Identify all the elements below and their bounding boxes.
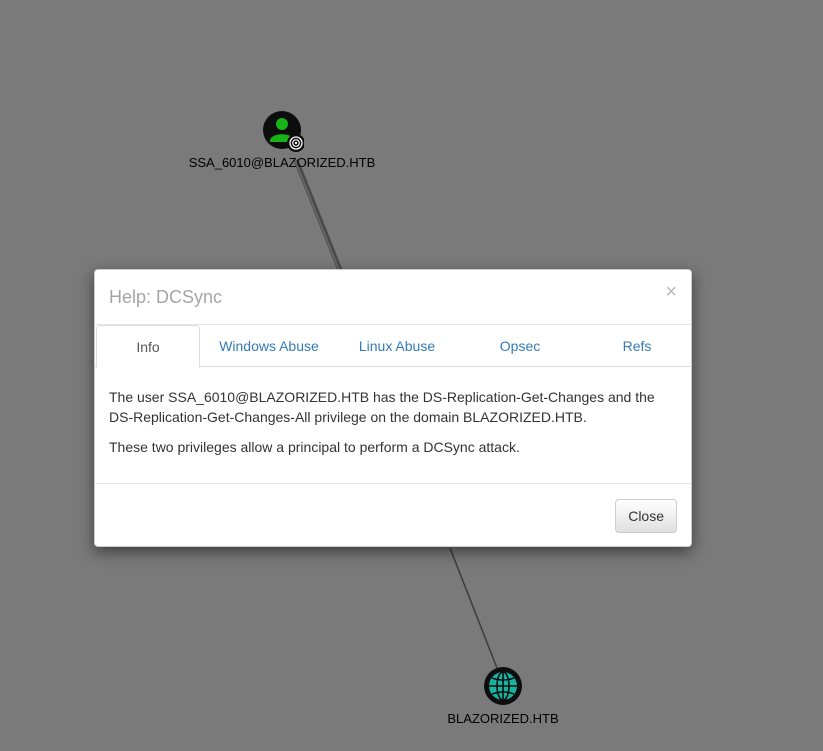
edge-dcsync-lower[interactable] [449, 547, 498, 669]
tab-windows-abuse[interactable]: Windows Abuse [207, 325, 331, 367]
modal-header: Help: DCSync × [95, 270, 691, 325]
tab-refs[interactable]: Refs [581, 325, 693, 367]
domain-node[interactable] [483, 666, 525, 708]
edge-dcsync-upper[interactable] [293, 159, 343, 271]
close-button[interactable]: Close [615, 499, 677, 533]
edge-dcsync-upper-highlight [294, 159, 340, 271]
user-icon [263, 111, 305, 152]
info-paragraph-dcsync: These two privileges allow a principal t… [109, 439, 520, 455]
domain-node-label: BLAZORIZED.HTB [447, 711, 559, 726]
modal-body: The user SSA_6010@BLAZORIZED.HTB has the… [109, 387, 679, 467]
tab-linux-abuse[interactable]: Linux Abuse [335, 325, 459, 367]
modal-footer: Close [95, 483, 691, 548]
user-node[interactable] [262, 110, 305, 154]
tab-opsec[interactable]: Opsec [459, 325, 581, 367]
modal-title: Help: DCSync [109, 287, 223, 307]
close-icon[interactable]: × [665, 282, 677, 302]
user-node-label: SSA_6010@BLAZORIZED.HTB [188, 155, 376, 170]
help-modal: Help: DCSync × Info Windows Abuse Linux … [94, 269, 692, 547]
tab-info[interactable]: Info [96, 325, 200, 368]
globe-icon [484, 667, 522, 705]
info-paragraph-privileges: The user SSA_6010@BLAZORIZED.HTB has the… [109, 389, 655, 425]
modal-tabs: Info Windows Abuse Linux Abuse Opsec Ref… [95, 325, 693, 368]
